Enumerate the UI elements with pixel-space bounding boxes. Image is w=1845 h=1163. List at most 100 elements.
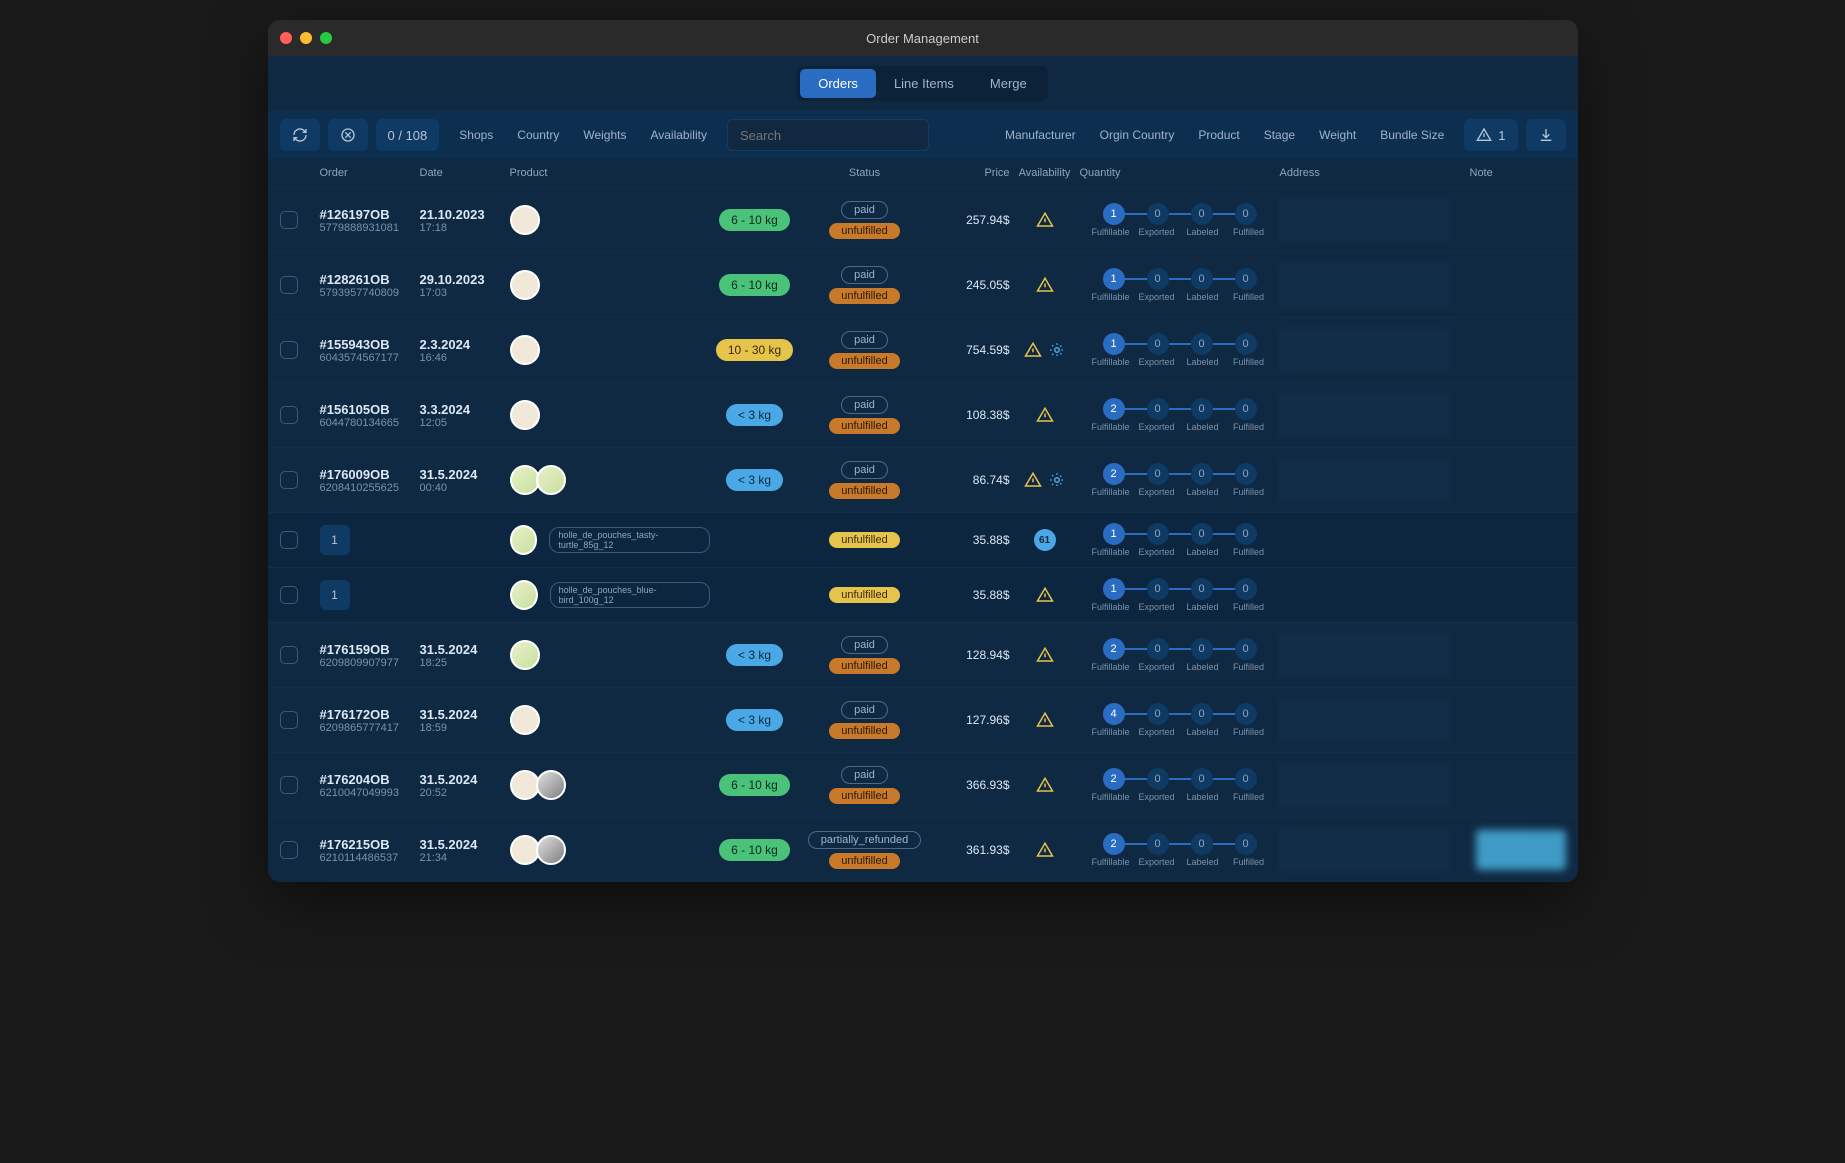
refresh-button[interactable] [280, 119, 320, 151]
tab-merge[interactable]: Merge [972, 69, 1045, 98]
qty-label: Labeled [1180, 792, 1226, 802]
order-row[interactable]: #156105OB60447801346653.3.202412:05< 3 k… [268, 382, 1578, 447]
filter-manufacturer[interactable]: Manufacturer [993, 128, 1088, 142]
order-row[interactable]: #176204OB621004704999331.5.202420:526 - … [268, 752, 1578, 817]
qty-label: Exported [1134, 422, 1180, 432]
minimize-button[interactable] [300, 32, 312, 44]
weight-badge: < 3 kg [726, 404, 783, 426]
address-redacted [1280, 328, 1450, 372]
close-button[interactable] [280, 32, 292, 44]
qty-label: Labeled [1180, 227, 1226, 237]
line-item-row[interactable]: 1 holle_de_pouches_tasty-turtle_85g_12 unf… [268, 512, 1578, 567]
product-thumb [536, 465, 566, 495]
status-badge: unfulfilled [829, 288, 899, 304]
order-row[interactable]: #128261OB579395774080929.10.202317:036 -… [268, 252, 1578, 317]
qty-label: Fulfilled [1226, 357, 1272, 367]
filter-stage[interactable]: Stage [1252, 128, 1307, 142]
cancel-icon [340, 127, 356, 143]
refresh-icon [292, 127, 308, 143]
download-button[interactable] [1526, 119, 1566, 151]
warning-icon [1036, 406, 1054, 424]
row-checkbox[interactable] [280, 586, 298, 604]
line-item-count: 1 [320, 525, 350, 555]
tab-line-items[interactable]: Line Items [876, 69, 972, 98]
order-time: 17:18 [420, 222, 448, 234]
quantity-steps: 2000 [1103, 463, 1257, 485]
row-checkbox[interactable] [280, 471, 298, 489]
col-price: Price [930, 167, 1010, 179]
alerts-button[interactable]: 1 [1464, 119, 1517, 151]
weight-badge: 10 - 30 kg [716, 339, 793, 361]
order-id: #176159OB [320, 642, 390, 657]
order-row[interactable]: #155943OB60435745671772.3.202416:4610 - … [268, 317, 1578, 382]
line-item-row[interactable]: 1holle_de_pouches_blue-bird_100g_12unful… [268, 567, 1578, 622]
row-checkbox[interactable] [280, 341, 298, 359]
qty-label: Exported [1134, 547, 1180, 557]
qty-label: Exported [1134, 792, 1180, 802]
row-checkbox[interactable] [280, 711, 298, 729]
chat-widget[interactable] [1476, 830, 1566, 870]
price: 361.93$ [930, 843, 1010, 857]
product-thumb [536, 770, 566, 800]
order-time: 00:40 [420, 482, 448, 494]
status-badge: unfulfilled [829, 532, 899, 548]
qty-label: Fulfillable [1088, 857, 1134, 867]
search-input[interactable] [727, 119, 929, 151]
filter-availability[interactable]: Availability [638, 128, 718, 142]
weight-badge: < 3 kg [726, 709, 783, 731]
status-badge: unfulfilled [829, 853, 899, 869]
filter-shops[interactable]: Shops [447, 128, 505, 142]
cancel-selection-button[interactable] [328, 119, 368, 151]
row-checkbox[interactable] [280, 646, 298, 664]
tab-orders[interactable]: Orders [800, 69, 876, 98]
row-checkbox[interactable] [280, 531, 298, 549]
order-row[interactable]: #176215OB621011448653731.5.202421:346 - … [268, 817, 1578, 882]
warning-icon [1036, 646, 1054, 664]
selection-count[interactable]: 0 / 108 [376, 119, 440, 151]
maximize-button[interactable] [320, 32, 332, 44]
weight-badge: 6 - 10 kg [719, 274, 790, 296]
filter-orgin-country[interactable]: Orgin Country [1088, 128, 1187, 142]
row-checkbox[interactable] [280, 211, 298, 229]
order-row[interactable]: #176172OB620986577741731.5.202418:59< 3 … [268, 687, 1578, 752]
filter-weights[interactable]: Weights [571, 128, 638, 142]
warning-icon [1036, 776, 1054, 794]
row-checkbox[interactable] [280, 406, 298, 424]
order-date: 31.5.2024 [420, 707, 478, 722]
qty-node: 0 [1147, 268, 1169, 290]
order-time: 16:46 [420, 352, 448, 364]
window-title: Order Management [866, 31, 979, 46]
filter-bundle-size[interactable]: Bundle Size [1368, 128, 1456, 142]
order-id: #128261OB [320, 272, 390, 287]
sku-badge: holle_de_pouches_tasty-turtle_85g_12 [549, 527, 709, 553]
availability-count: 61 [1034, 529, 1056, 551]
order-time: 20:52 [420, 787, 448, 799]
order-row[interactable]: #176009OB620841025562531.5.202400:40< 3 … [268, 447, 1578, 512]
order-row[interactable]: #126197OB577988893108121.10.202317:186 -… [268, 187, 1578, 252]
quantity-steps: 1000 [1103, 523, 1257, 545]
address-redacted [1280, 633, 1450, 677]
price: 127.96$ [930, 713, 1010, 727]
filter-country[interactable]: Country [505, 128, 571, 142]
order-sub-id: 6209865777417 [320, 722, 400, 734]
qty-label: Labeled [1180, 422, 1226, 432]
order-row[interactable]: #176159OB620980990797731.5.202418:25< 3 … [268, 622, 1578, 687]
split-icon [1048, 341, 1066, 359]
row-checkbox[interactable] [280, 776, 298, 794]
qty-label: Labeled [1180, 727, 1226, 737]
quantity-steps: 1000 [1103, 203, 1257, 225]
qty-label: Exported [1134, 857, 1180, 867]
weight-badge: 6 - 10 kg [719, 839, 790, 861]
order-sub-id: 6044780134665 [320, 417, 400, 429]
order-sub-id: 5793957740809 [320, 287, 400, 299]
filter-product[interactable]: Product [1186, 128, 1251, 142]
row-checkbox[interactable] [280, 841, 298, 859]
price: 108.38$ [930, 408, 1010, 422]
quantity-steps: 2000 [1103, 638, 1257, 660]
row-checkbox[interactable] [280, 276, 298, 294]
status-badge: paid [841, 201, 888, 219]
col-order: Order [320, 167, 420, 179]
qty-label: Fulfilled [1226, 292, 1272, 302]
quantity-steps: 1000 [1103, 333, 1257, 355]
filter-weight[interactable]: Weight [1307, 128, 1368, 142]
